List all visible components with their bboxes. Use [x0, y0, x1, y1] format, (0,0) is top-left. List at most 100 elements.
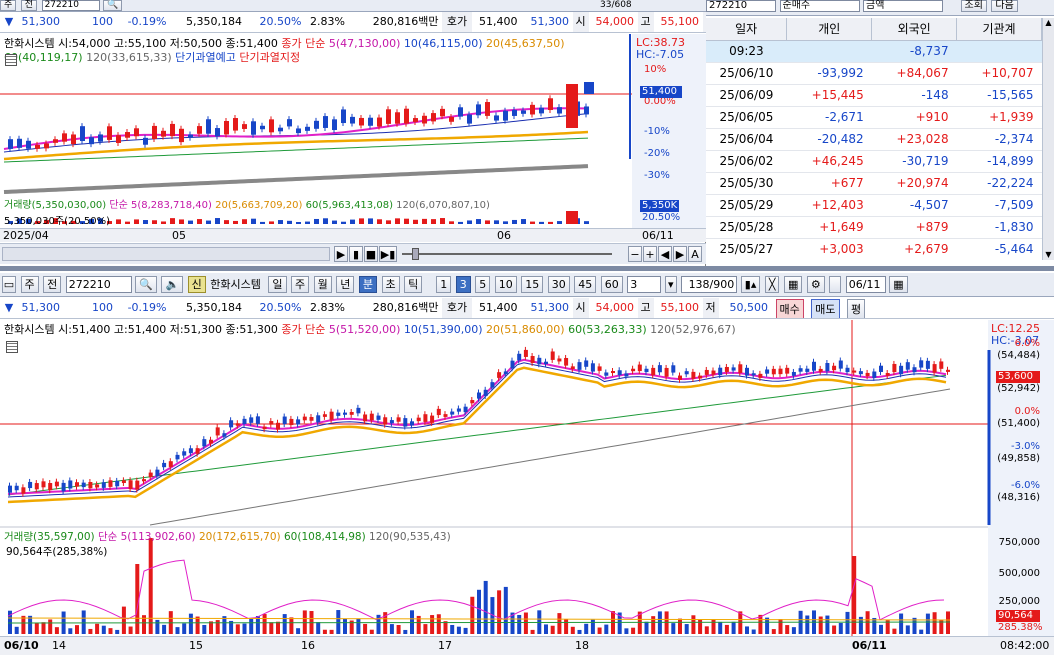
table-row[interactable]: 25/05/27 +3,003 +2,679 -5,464: [706, 238, 1042, 260]
scroll-down-icon[interactable]: ▼: [1043, 250, 1054, 260]
zoom-slider[interactable]: [402, 253, 612, 255]
volume-bar: [443, 621, 448, 634]
gear-icon[interactable]: ⚙: [806, 276, 825, 293]
date-checkbox[interactable]: [829, 276, 842, 293]
interval-5[interactable]: 5: [475, 276, 491, 293]
scroll-left-icon[interactable]: ◀: [658, 246, 672, 262]
bottom-price-chart[interactable]: [0, 320, 1054, 655]
grid-toggle-icon[interactable]: [5, 54, 17, 66]
table-row[interactable]: 25/06/10 -93,992 +84,067 +10,707: [706, 62, 1042, 85]
table-row[interactable]: 25/05/30 +677 +20,974 -22,224: [706, 172, 1042, 195]
header-institution[interactable]: 기관계: [956, 18, 1042, 41]
table-row[interactable]: 25/05/28 +1,649 +879 -1,830: [706, 216, 1042, 239]
sell-button[interactable]: 매도: [811, 299, 840, 318]
speaker-icon[interactable]: 🔈: [161, 276, 184, 293]
interval-1[interactable]: 1: [436, 276, 452, 293]
table-row[interactable]: 25/06/04 -20,482 +23,028 -2,374: [706, 128, 1042, 151]
candle: [269, 119, 274, 133]
table-row[interactable]: 09:23 -8,737: [706, 40, 1042, 63]
search-icon[interactable]: 🔍: [103, 0, 123, 11]
calendar-icon[interactable]: ▦: [889, 276, 908, 293]
table-row[interactable]: 25/05/29 +12,403 -4,507 -7,509: [706, 194, 1042, 217]
investor-scrollbar[interactable]: ▲ ▼: [1042, 18, 1054, 260]
period-minute[interactable]: 분: [358, 276, 378, 293]
period-month[interactable]: 월: [313, 276, 332, 293]
top-xlabel-right: 06/11: [642, 229, 674, 242]
candle-last: [584, 82, 594, 94]
next-button[interactable]: 다음: [991, 0, 1018, 12]
current-price: 51,300: [21, 301, 61, 314]
header-date[interactable]: 일자: [706, 18, 788, 41]
grid-toggle-icon[interactable]: [6, 341, 18, 353]
vol-title: 거래량(35,597,00): [4, 531, 95, 543]
bar-count[interactable]: 138/900: [681, 276, 738, 293]
table-row[interactable]: 25/06/02 +46,245 -30,719 -14,899: [706, 150, 1042, 173]
top-scrollbar[interactable]: [2, 247, 330, 261]
period-year[interactable]: 년: [336, 276, 355, 293]
candle: [631, 368, 636, 372]
period-tick[interactable]: 틱: [404, 276, 423, 293]
stock-code-input[interactable]: 272210: [41, 0, 100, 11]
buy-button[interactable]: 매수: [775, 299, 804, 318]
volume-bar: [550, 625, 555, 634]
avg-button[interactable]: 평: [847, 299, 866, 318]
investor-type-select[interactable]: 순매수: [779, 0, 860, 12]
candle: [343, 412, 347, 415]
candle: [350, 116, 355, 124]
zoom-slider-thumb[interactable]: [412, 248, 419, 260]
header-foreign[interactable]: 외국인: [871, 18, 958, 41]
ma5-value: 5(51,520,00): [328, 323, 401, 336]
table-row[interactable]: 25/06/09 +15,445 -148 -15,565: [706, 84, 1042, 107]
volume-bar: [711, 619, 716, 634]
stock-back-button[interactable]: 주: [0, 0, 17, 11]
crosshair-icon[interactable]: ╳: [764, 276, 780, 293]
text-tool-icon[interactable]: A: [688, 246, 702, 262]
interval-30[interactable]: 30: [547, 276, 570, 293]
table-row[interactable]: 25/06/05 -2,671 +910 +1,939: [706, 106, 1042, 129]
candle: [423, 414, 428, 422]
bid-price: 51,300: [530, 15, 570, 28]
period-week[interactable]: 주: [291, 276, 310, 293]
zoom-in-icon[interactable]: +: [643, 246, 657, 262]
volume-bar: [436, 614, 441, 634]
search-icon[interactable]: 🔍: [135, 276, 157, 293]
investor-table-wrap: 일자 개인 외국인 기관계 09:23 -8,737 25/06/10 -93,992…: [706, 18, 1042, 260]
chevron-down-icon[interactable]: ▾: [664, 276, 677, 293]
date-input[interactable]: 06/11: [845, 276, 886, 293]
window-icon[interactable]: ▭: [2, 276, 16, 293]
volume-bar: [128, 626, 133, 634]
fast-forward-icon[interactable]: ▶▮: [379, 246, 397, 262]
crosshair-time: 08:42:00: [1000, 639, 1050, 652]
query-button[interactable]: 조회: [960, 0, 987, 12]
volume-bar: [604, 624, 609, 634]
stock-code-input[interactable]: 272210: [65, 276, 132, 293]
stock-prev-button[interactable]: 전: [20, 0, 38, 11]
grid-icon[interactable]: ▦: [783, 276, 803, 293]
pause-icon[interactable]: ▮: [349, 246, 363, 262]
interval-select[interactable]: 3: [627, 276, 662, 293]
row-institution: +1,939: [956, 106, 1042, 129]
scroll-up-icon[interactable]: ▲: [1043, 18, 1054, 28]
interval-45[interactable]: 45: [574, 276, 597, 293]
header-individual[interactable]: 개인: [786, 18, 873, 41]
scroll-right-icon[interactable]: ▶: [673, 246, 687, 262]
period-second[interactable]: 초: [381, 276, 400, 293]
zoom-out-icon[interactable]: −: [628, 246, 642, 262]
candle: [170, 123, 175, 137]
interval-60[interactable]: 60: [600, 276, 623, 293]
stop-icon[interactable]: ■: [364, 246, 378, 262]
interval-3[interactable]: 3: [455, 276, 471, 293]
bar-chart-icon[interactable]: ▮▴: [740, 276, 761, 293]
investor-unit-select[interactable]: 금액: [863, 0, 943, 12]
investor-code-input[interactable]: 272210: [706, 0, 776, 12]
interval-15[interactable]: 15: [521, 276, 544, 293]
back-button[interactable]: 주: [20, 276, 39, 293]
ma5-value: 5(47,130,00): [328, 37, 401, 50]
period-day[interactable]: 일: [268, 276, 287, 293]
new-badge[interactable]: 신: [187, 276, 206, 293]
interval-10[interactable]: 10: [494, 276, 517, 293]
panel-divider[interactable]: [0, 266, 1054, 271]
prev-button[interactable]: 전: [43, 276, 62, 293]
play-icon[interactable]: ▶: [334, 246, 348, 262]
investor-header-row: 일자 개인 외국인 기관계: [706, 18, 1042, 41]
